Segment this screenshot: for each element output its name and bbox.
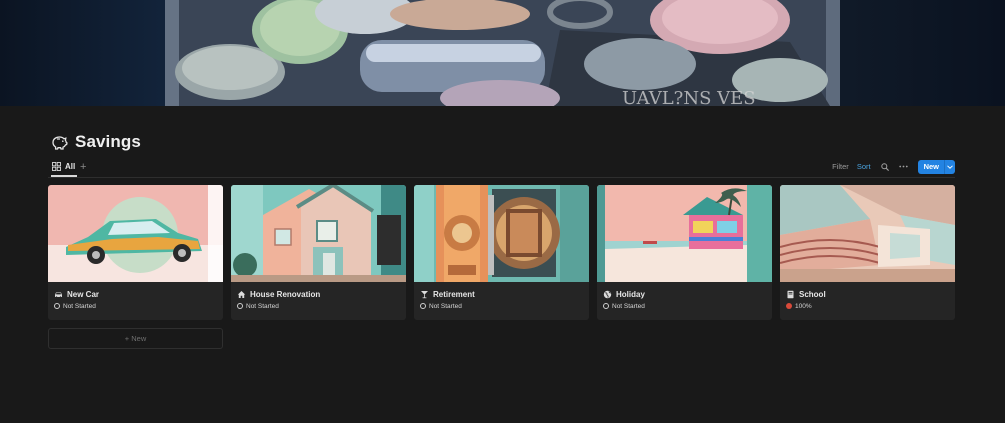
card-title-text: Holiday: [616, 289, 645, 299]
status-badge: Not Started: [54, 301, 96, 311]
gallery-view: New Car Not Started House Renovation Not…: [48, 185, 955, 320]
gallery-card[interactable]: House Renovation Not Started: [231, 185, 406, 320]
status-not-started-icon: [420, 303, 426, 309]
chevron-down-icon[interactable]: [944, 159, 955, 174]
card-cover-image: [780, 185, 955, 282]
status-text: Not Started: [246, 302, 279, 310]
database-views-bar: All + Filter Sort New: [48, 158, 955, 178]
gallery-card[interactable]: Retirement Not Started: [414, 185, 589, 320]
page-title[interactable]: Savings: [75, 132, 141, 152]
cover-illustration: UAVL?NS VES: [165, 0, 840, 106]
new-button[interactable]: New: [917, 159, 955, 174]
more-horizontal-icon[interactable]: [898, 165, 908, 168]
gallery-card[interactable]: New Car Not Started: [48, 185, 223, 320]
tab-all[interactable]: All: [51, 158, 78, 177]
notion-database-page: UAVL?NS VES Savings All + Filter Sort Ne…: [0, 0, 1005, 423]
gallery-grid-icon: [52, 162, 61, 171]
search-icon[interactable]: [880, 162, 889, 171]
status-complete-icon: [786, 303, 792, 309]
globe-icon: [603, 290, 612, 299]
card-cover-image: [48, 185, 223, 282]
cocktail-glass-icon: [420, 290, 429, 299]
status-text: Not Started: [612, 302, 645, 310]
status-badge: Not Started: [237, 301, 279, 311]
gallery-card[interactable]: School 100%: [780, 185, 955, 320]
status-not-started-icon: [54, 303, 60, 309]
add-new-card-button[interactable]: + New: [48, 328, 223, 349]
card-title-text: School: [799, 289, 826, 299]
status-not-started-icon: [237, 303, 243, 309]
status-text: Not Started: [63, 302, 96, 310]
filter-button[interactable]: Filter: [832, 162, 849, 171]
card-cover-image: [414, 185, 589, 282]
card-title: Retirement: [420, 288, 475, 300]
card-title: New Car: [54, 288, 99, 300]
cover-image[interactable]: UAVL?NS VES: [0, 0, 1005, 106]
svg-text:UAVL?NS VES: UAVL?NS VES: [622, 88, 756, 106]
book-icon: [786, 290, 795, 299]
status-badge: 100%: [786, 301, 812, 311]
status-badge: Not Started: [420, 301, 462, 311]
page-title-row: Savings: [50, 131, 141, 153]
database-toolbar: Filter Sort New: [832, 158, 955, 175]
add-view-button[interactable]: +: [80, 160, 86, 174]
status-text: Not Started: [429, 302, 462, 310]
car-icon: [54, 290, 63, 299]
card-title: House Renovation: [237, 288, 320, 300]
status-text: 100%: [795, 302, 812, 310]
status-not-started-icon: [603, 303, 609, 309]
card-cover-image: [597, 185, 772, 282]
card-title-text: House Renovation: [250, 289, 321, 299]
card-title-text: Retirement: [433, 289, 475, 299]
card-title: School: [786, 288, 826, 300]
new-button-label: New: [923, 162, 939, 171]
add-new-card-label: + New: [124, 334, 147, 343]
card-title: Holiday: [603, 288, 645, 300]
piggy-bank-icon[interactable]: [50, 133, 68, 151]
status-badge: Not Started: [603, 301, 645, 311]
card-cover-image: [231, 185, 406, 282]
tab-all-label: All: [65, 162, 76, 171]
sort-button[interactable]: Sort: [857, 162, 871, 171]
card-title-text: New Car: [67, 289, 100, 299]
house-icon: [237, 290, 246, 299]
gallery-card[interactable]: Holiday Not Started: [597, 185, 772, 320]
